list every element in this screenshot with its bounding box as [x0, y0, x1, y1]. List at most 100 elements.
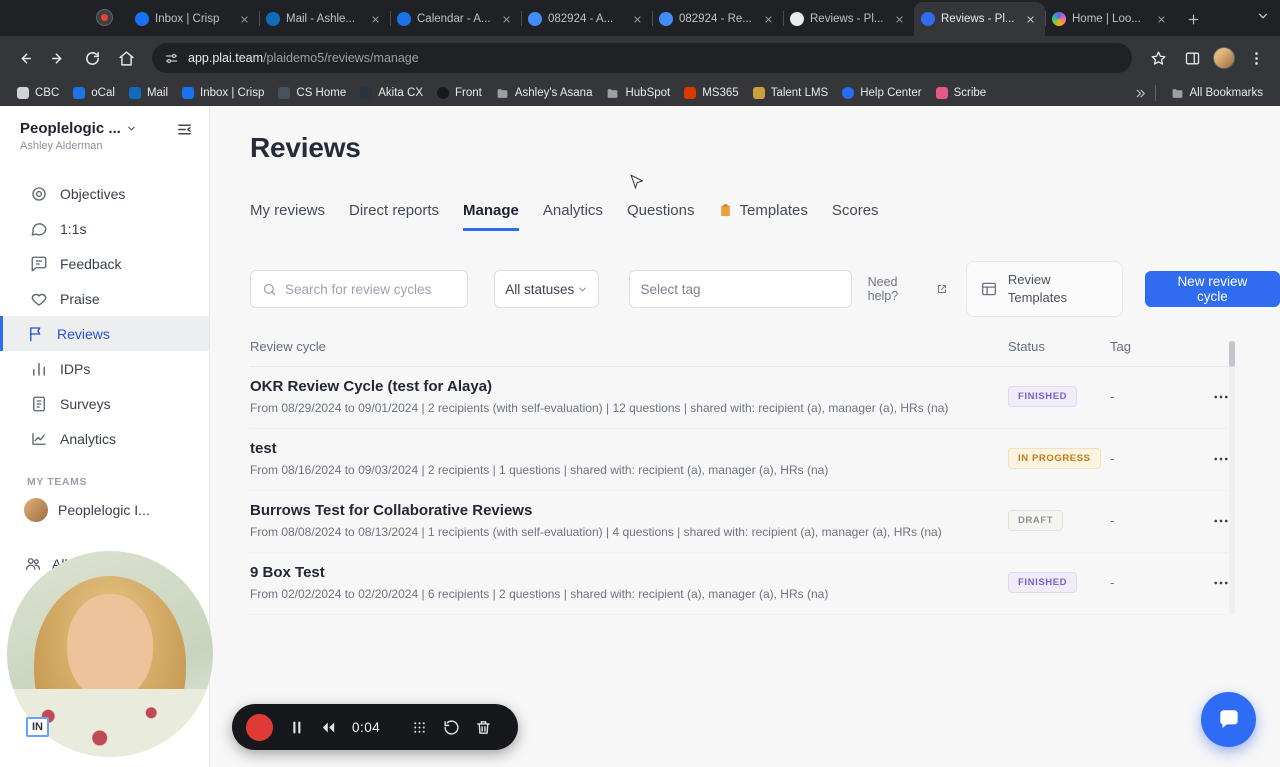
bookmark-folder[interactable]: HubSpot — [599, 84, 677, 103]
bookmark[interactable]: Scribe — [929, 84, 994, 102]
tab-search-chevron-icon[interactable] — [1256, 9, 1270, 23]
review-cycle-cell: test From 08/16/2024 to 09/03/2024 | 2 r… — [250, 440, 1008, 477]
tag-value: - — [1110, 513, 1115, 528]
browser-tab[interactable]: Calendar - A... — [390, 2, 521, 36]
tab-favicon — [921, 12, 935, 26]
need-help-link[interactable]: Need help? — [868, 275, 948, 303]
folder-icon — [606, 87, 619, 100]
status-filter-select[interactable]: All statuses — [494, 270, 600, 308]
tag-filter-select[interactable]: Select tag — [629, 270, 852, 308]
forward-button[interactable] — [42, 42, 74, 74]
browser-tab[interactable]: Home | Loo... — [1045, 2, 1176, 36]
review-cycle-title[interactable]: OKR Review Cycle (test for Alaya) — [250, 378, 1008, 395]
sidebar-item-label: Feedback — [60, 255, 122, 272]
sidebar-item-analytics[interactable]: Analytics — [0, 421, 209, 456]
bookmark[interactable]: Mail — [122, 84, 175, 102]
recording-indicator-icon[interactable] — [96, 9, 113, 26]
search-input[interactable] — [285, 281, 457, 297]
restart-recording-icon[interactable] — [443, 719, 460, 736]
bookmark[interactable]: Front — [430, 84, 489, 102]
status-badge: DRAFT — [1008, 510, 1064, 531]
sidebar-collapse-icon[interactable] — [176, 121, 193, 138]
bookmark[interactable]: MS365 — [677, 84, 745, 102]
browser-tab[interactable]: 082924 - Re... — [652, 2, 783, 36]
tab-close-icon[interactable] — [237, 12, 252, 27]
sidebar-item-surveys[interactable]: Surveys — [0, 386, 209, 421]
review-cycle-title[interactable]: Burrows Test for Collaborative Reviews — [250, 502, 1008, 519]
browser-tab[interactable]: Reviews - Pl... — [783, 2, 914, 36]
chevron-down-icon — [126, 123, 137, 134]
sidebar-item-one-on-ones[interactable]: 1:1s — [0, 211, 209, 246]
sidebar-item-feedback[interactable]: Feedback — [0, 246, 209, 281]
sidebar-item-idps[interactable]: IDPs — [0, 351, 209, 386]
tab-label: Questions — [626, 202, 695, 219]
tab-close-icon[interactable] — [892, 12, 907, 27]
tab-templates[interactable]: Templates — [718, 202, 808, 231]
sidebar-item-praise[interactable]: Praise — [0, 281, 209, 316]
tab-scores[interactable]: Scores — [832, 202, 879, 231]
search-box[interactable] — [250, 270, 469, 308]
review-cycle-title[interactable]: test — [250, 440, 1008, 457]
browser-tab[interactable]: Inbox | Crisp — [128, 2, 259, 36]
bookmark[interactable]: Akita CX — [353, 84, 430, 102]
sidebar-item-reviews[interactable]: Reviews — [0, 316, 209, 351]
bookmarks-overflow-icon[interactable] — [1134, 87, 1147, 100]
table-row[interactable]: OKR Review Cycle (test for Alaya) From 0… — [250, 367, 1228, 429]
table-scrollbar[interactable] — [1229, 339, 1235, 615]
external-link-icon — [937, 285, 946, 293]
review-cycle-cell: OKR Review Cycle (test for Alaya) From 0… — [250, 378, 1008, 415]
chat-bubble-icon — [30, 220, 48, 238]
table-row[interactable]: test From 08/16/2024 to 09/03/2024 | 2 r… — [250, 429, 1228, 491]
site-controls-icon[interactable] — [164, 51, 179, 66]
delete-recording-icon[interactable] — [475, 719, 492, 736]
tab-manage[interactable]: Manage — [463, 202, 519, 231]
reload-button[interactable] — [76, 42, 108, 74]
tab-close-icon[interactable] — [499, 12, 514, 27]
browser-tab-active[interactable]: Reviews - Pl... — [914, 2, 1045, 36]
tab-close-icon[interactable] — [1154, 12, 1169, 27]
bookmark[interactable]: oCal — [66, 84, 122, 102]
rewind-icon[interactable] — [320, 719, 337, 736]
tab-questions[interactable]: Questions — [627, 202, 695, 231]
tab-close-icon[interactable] — [761, 12, 776, 27]
all-bookmarks-button[interactable]: All Bookmarks — [1164, 84, 1271, 103]
address-bar[interactable]: app.plai.team/plaidemo5/reviews/manage — [152, 43, 1132, 73]
menu-kebab-icon[interactable] — [1240, 42, 1272, 74]
table-row[interactable]: Burrows Test for Collaborative Reviews F… — [250, 491, 1228, 553]
status-cell: FINISHED — [1008, 572, 1110, 593]
new-review-cycle-button[interactable]: New review cycle — [1144, 271, 1280, 307]
chat-widget-button[interactable] — [1201, 692, 1256, 747]
tab-my-reviews[interactable]: My reviews — [250, 202, 325, 231]
bookmark[interactable]: CS Home — [271, 84, 353, 102]
new-tab-button[interactable] — [1180, 6, 1206, 32]
team-avatar — [24, 498, 48, 522]
drag-handle-icon[interactable] — [411, 719, 428, 736]
tab-analytics[interactable]: Analytics — [543, 202, 603, 231]
browser-tab[interactable]: 082924 - A... — [521, 2, 652, 36]
bookmark[interactable]: Talent LMS — [746, 84, 836, 102]
table-row[interactable]: 9 Box Test From 02/02/2024 to 02/20/2024… — [250, 553, 1228, 615]
profile-avatar[interactable] — [1213, 47, 1235, 69]
team-item-peoplelogic[interactable]: Peoplelogic I... — [0, 494, 209, 526]
side-panel-icon[interactable] — [1176, 42, 1208, 74]
tab-close-icon[interactable] — [1023, 12, 1038, 27]
sidebar-item-objectives[interactable]: Objectives — [0, 176, 209, 211]
bookmark[interactable]: Inbox | Crisp — [175, 84, 271, 102]
pause-icon[interactable] — [288, 719, 305, 736]
back-button[interactable] — [8, 42, 40, 74]
template-layout-icon — [980, 280, 998, 298]
bookmark-star-icon[interactable] — [1142, 42, 1174, 74]
home-button[interactable] — [110, 42, 142, 74]
bookmark-folder[interactable]: Ashley's Asana — [489, 84, 600, 103]
browser-tab[interactable]: Mail - Ashle... — [259, 2, 390, 36]
bookmark[interactable]: Help Center — [835, 84, 928, 102]
review-templates-button[interactable]: Review Templates — [965, 261, 1123, 317]
tab-direct-reports[interactable]: Direct reports — [349, 202, 439, 231]
workspace-switcher[interactable]: Peoplelogic ... — [20, 120, 193, 137]
tab-close-icon[interactable] — [630, 12, 645, 27]
bookmark[interactable]: CBC — [10, 84, 66, 102]
stop-recording-button[interactable] — [246, 713, 273, 741]
review-cycle-title[interactable]: 9 Box Test — [250, 564, 1008, 581]
tab-close-icon[interactable] — [368, 12, 383, 27]
partial-element-in: IN — [26, 717, 49, 737]
